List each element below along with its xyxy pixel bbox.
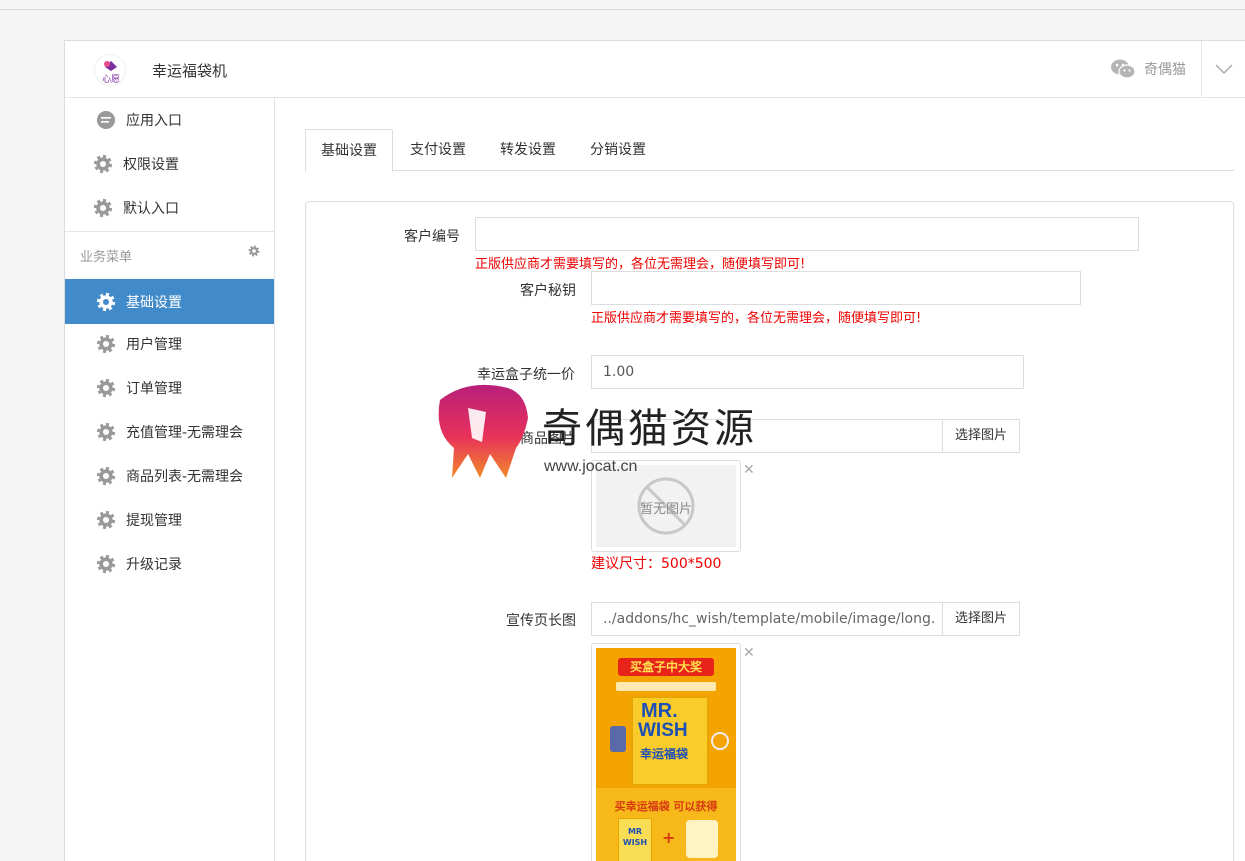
goods-image-input[interactable] <box>591 419 943 453</box>
customer-key-label: 客户秘钥 <box>520 283 576 299</box>
gear-icon <box>96 378 116 398</box>
sidebar-item-goods[interactable]: 商品列表-无需理会 <box>65 454 274 498</box>
sidebar-item-default-entry[interactable]: 默认入口 <box>65 186 274 230</box>
gear-icon <box>96 292 116 312</box>
sidebar-item-permissions[interactable]: 权限设置 <box>65 142 274 186</box>
gear-icon[interactable] <box>248 245 260 261</box>
sidebar-item-label: 基础设置 <box>126 294 182 311</box>
sidebar-item-label: 订单管理 <box>126 381 182 397</box>
remove-promo-image-icon[interactable]: ✕ <box>743 645 755 661</box>
app-frame: 心愿 幸运福袋机 奇偶猫 应用入口 权限设置 默认入口 业务菜单 基础设置 用户… <box>64 40 1245 861</box>
sidebar-item-users[interactable]: 用户管理 <box>65 322 274 366</box>
header-divider <box>1201 41 1202 98</box>
sidebar-item-label: 用户管理 <box>126 337 182 353</box>
tab-payment[interactable]: 支付设置 <box>395 129 481 171</box>
remove-goods-image-icon[interactable]: ✕ <box>743 462 755 478</box>
sidebar-item-upgrades[interactable]: 升级记录 <box>65 542 274 586</box>
sidebar-item-label: 商品列表-无需理会 <box>126 469 244 485</box>
sidebar-item-label: 提现管理 <box>126 513 182 529</box>
box-price-input[interactable]: 1.00 <box>591 355 1024 389</box>
poster-prize-image <box>686 820 718 858</box>
poster-subline <box>616 682 716 691</box>
comment-icon <box>96 110 116 130</box>
poster-plus: + <box>662 828 676 847</box>
sidebar-item-withdraw[interactable]: 提现管理 <box>65 498 274 542</box>
poster-brand-line2: WISH <box>638 720 688 741</box>
sidebar-item-label: 升级记录 <box>126 557 182 573</box>
sidebar-section-title: 业务菜单 <box>80 250 133 265</box>
customer-no-input[interactable] <box>475 217 1139 251</box>
poster-watch-image <box>711 732 729 750</box>
box-price-label: 幸运盒子统一价 <box>477 367 575 383</box>
gear-icon <box>96 334 116 354</box>
sidebar-item-label: 权限设置 <box>123 157 179 173</box>
logo-text: 心愿 <box>102 74 120 85</box>
promo-image-label: 宣传页长图 <box>506 613 576 629</box>
promo-poster: 买盒子中大奖 MR. WISH 幸运福袋 买幸运福袋 可以获得 MR WISH … <box>596 648 736 861</box>
gear-icon <box>93 198 113 218</box>
goods-image-hint: 建议尺寸：500*500 <box>591 556 722 572</box>
tab-share[interactable]: 转发设置 <box>485 129 571 171</box>
settings-form: 客户编号 正版供应商才需要填写的，各位无需理会，随便填写即可! 客户秘钥 正版供… <box>305 201 1234 861</box>
sidebar-item-orders[interactable]: 订单管理 <box>65 366 274 410</box>
sidebar-item-label: 充值管理-无需理会 <box>126 425 244 441</box>
chevron-down-icon[interactable] <box>1214 62 1234 76</box>
sidebar-item-app-entry[interactable]: 应用入口 <box>65 98 274 142</box>
sidebar-item-basic-settings[interactable]: 基础设置 <box>65 279 274 324</box>
goods-image-label: 商品图片 <box>520 431 576 447</box>
promo-image-input[interactable]: ../addons/hc_wish/template/mobile/image/… <box>591 602 943 636</box>
wechat-icon <box>1111 59 1136 79</box>
no-image-text: 暂无图片 <box>639 502 692 517</box>
customer-no-hint: 正版供应商才需要填写的，各位无需理会，随便填写即可! <box>475 257 806 272</box>
poster-brand-sub: 幸运福袋 <box>640 747 689 761</box>
app-title: 幸运福袋机 <box>152 62 228 80</box>
goods-image-select-button[interactable]: 选择图片 <box>942 419 1021 453</box>
gear-icon <box>93 154 113 174</box>
no-image-placeholder: 暂无图片 <box>596 465 736 547</box>
settings-tabs: 基础设置 支付设置 转发设置 分销设置 <box>305 129 1234 172</box>
customer-key-hint: 正版供应商才需要填写的，各位无需理会，随便填写即可! <box>591 311 922 326</box>
user-menu[interactable]: 奇偶猫 <box>1110 58 1186 80</box>
gear-icon <box>96 422 116 442</box>
sidebar-item-label: 默认入口 <box>123 201 179 217</box>
app-header: 心愿 幸运福袋机 奇偶猫 <box>65 41 1245 98</box>
promo-image-preview: 买盒子中大奖 MR. WISH 幸运福袋 买幸运福袋 可以获得 MR WISH … <box>591 643 741 861</box>
username: 奇偶猫 <box>1144 62 1186 78</box>
goods-image-preview: 暂无图片 <box>591 460 741 552</box>
app-logo: 心愿 <box>94 54 126 86</box>
gear-icon <box>96 510 116 530</box>
tab-basic[interactable]: 基础设置 <box>305 129 393 172</box>
sidebar: 应用入口 权限设置 默认入口 业务菜单 基础设置 用户管理 订单管理 充值管理-… <box>65 98 275 861</box>
gear-icon <box>96 554 116 574</box>
poster-banner: 买盒子中大奖 <box>618 658 714 676</box>
customer-key-input[interactable] <box>591 271 1081 305</box>
gear-icon <box>96 466 116 486</box>
poster-bottom-title: 买幸运福袋 可以获得 <box>614 800 718 813</box>
sidebar-item-label: 应用入口 <box>126 113 182 129</box>
poster-phone-image <box>610 726 626 752</box>
promo-image-select-button[interactable]: 选择图片 <box>942 602 1021 636</box>
poster-mini-bag: MR WISH <box>618 818 652 861</box>
sidebar-divider <box>65 231 274 232</box>
tab-distribution[interactable]: 分销设置 <box>575 129 661 171</box>
sidebar-item-recharge[interactable]: 充值管理-无需理会 <box>65 410 274 454</box>
browser-top-strip <box>0 0 1245 10</box>
customer-no-label: 客户编号 <box>404 229 460 245</box>
